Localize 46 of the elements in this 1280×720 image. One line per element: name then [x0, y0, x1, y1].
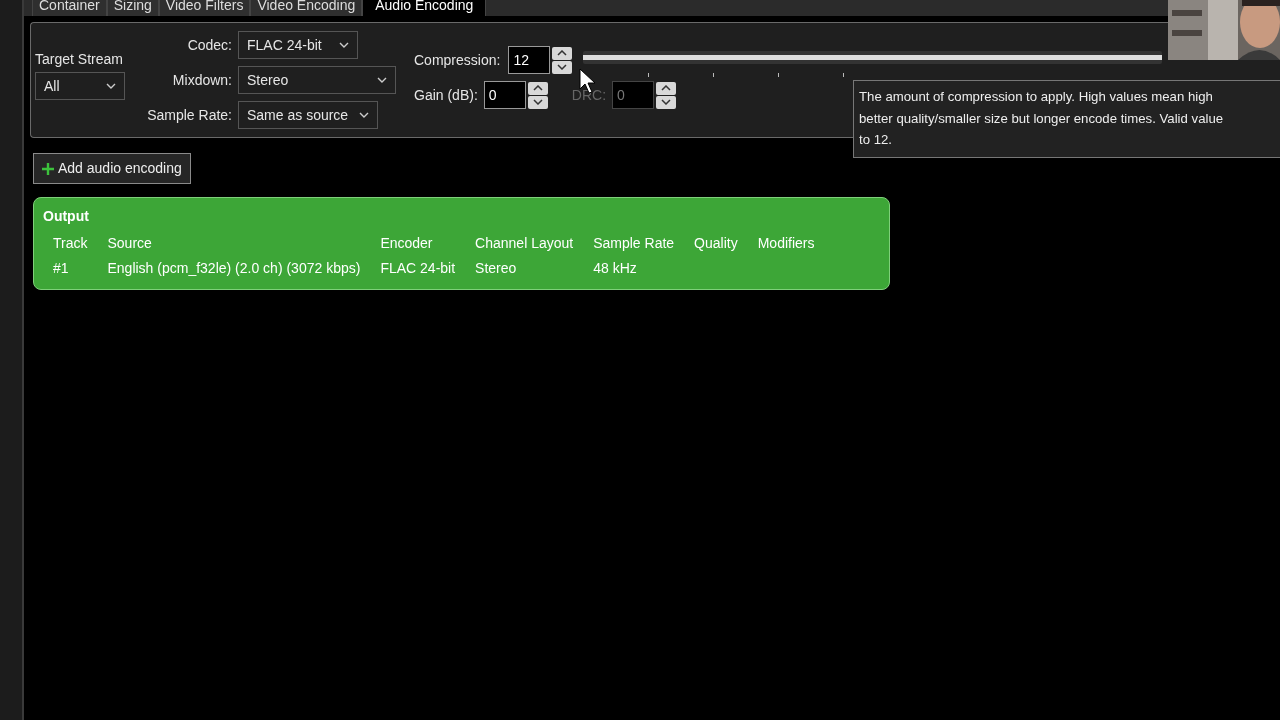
- tab[interactable]: Sizing: [106, 0, 159, 16]
- tooltip-text: better quality/smaller size but longer encode times. Valid value: [859, 109, 1225, 128]
- chevron-icon: [339, 42, 349, 48]
- spin-up-button[interactable]: [527, 81, 548, 95]
- chevron-icon: [377, 77, 387, 83]
- spin-up-button[interactable]: [656, 81, 677, 95]
- spin-down-button[interactable]: [552, 60, 573, 74]
- table-cell-text: 48 kHz: [592, 259, 638, 278]
- add-button[interactable]: Add audio encoding: [33, 153, 191, 184]
- field-label: Target Stream: [35, 50, 124, 69]
- table-cell-text: #1: [52, 259, 70, 278]
- dropdown[interactable]: Same as source: [238, 101, 378, 129]
- field-label: Sample Rate:: [146, 105, 232, 125]
- column-header: Source: [106, 234, 153, 253]
- field-label: Compression:: [414, 50, 501, 70]
- dropdown[interactable]: All: [35, 72, 125, 100]
- table-cell-text: English (pcm_f32le) (2.0 ch) (3072 kbps): [106, 259, 362, 278]
- field-label: Codec:: [186, 35, 232, 55]
- tooltip-text: The amount of compression to apply. High values mean high: [859, 88, 1214, 106]
- column-header: Sample Rate: [592, 234, 676, 253]
- spin-down-button[interactable]: [527, 95, 548, 109]
- tab[interactable]: Audio Encoding: [362, 0, 487, 16]
- plus-icon: [42, 162, 54, 175]
- spin-down-button[interactable]: [656, 95, 677, 109]
- table-cell-text: FLAC 24-bit: [379, 259, 457, 278]
- tab[interactable]: Video Encoding: [250, 0, 363, 16]
- number-field[interactable]: 0: [483, 81, 526, 109]
- field-label: Gain (dB):: [414, 85, 478, 105]
- table-cell-text: Stereo: [474, 259, 518, 278]
- field-label: Mixdown:: [171, 70, 232, 90]
- column-header: Channel Layout: [474, 234, 575, 253]
- compression-slider[interactable]: [583, 51, 1162, 64]
- number-field[interactable]: 12: [508, 46, 551, 74]
- column-header: Encoder: [379, 234, 434, 253]
- spin-up-button[interactable]: [552, 46, 573, 60]
- tab[interactable]: Video Filters: [158, 0, 251, 16]
- column-header: Modifiers: [756, 234, 816, 253]
- chevron-icon: [106, 83, 116, 89]
- tab[interactable]: Container: [32, 0, 107, 16]
- column-header: Track: [52, 234, 89, 253]
- card-title: Output: [43, 207, 90, 226]
- column-header: Quality: [693, 234, 739, 253]
- dropdown[interactable]: FLAC 24-bit: [238, 31, 358, 59]
- dropdown[interactable]: Stereo: [238, 66, 396, 94]
- chevron-icon: [359, 112, 369, 118]
- tooltip-text: to 12.: [859, 131, 893, 149]
